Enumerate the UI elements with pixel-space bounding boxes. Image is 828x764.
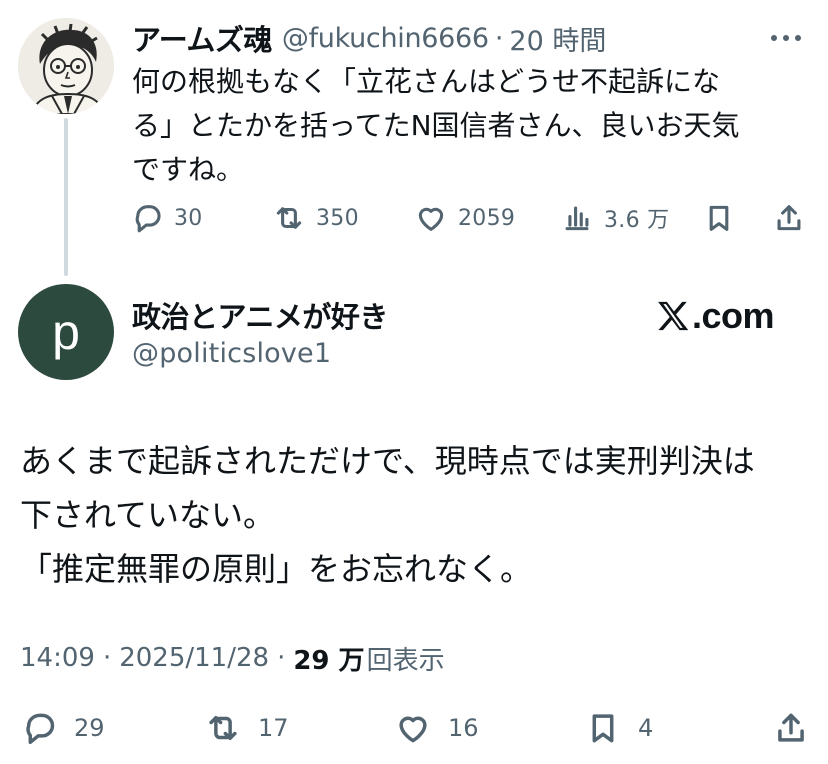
parent-timestamp[interactable]: 20 時間: [509, 19, 606, 58]
parent-tweet-header: アームズ魂 @fukuchin6666 · 20 時間: [132, 18, 606, 58]
parent-display-name[interactable]: アームズ魂: [132, 17, 272, 59]
main-handle[interactable]: @politicslove1: [132, 338, 331, 369]
bookmark-count: 4: [638, 714, 654, 742]
parent-action-bar: 30 350 2059 3.6 万: [0, 196, 828, 240]
watermark-text: .com: [692, 295, 775, 336]
meta-separator: ·: [277, 643, 286, 673]
reply-icon: [135, 205, 161, 233]
tweet-meta: 14:09 · 2025/11/28 · 29 万 回表示: [20, 638, 445, 678]
tweet-date[interactable]: 2025/11/28: [119, 643, 269, 673]
avatar-letter: p: [52, 304, 80, 360]
share-icon: [778, 713, 804, 742]
parent-handle[interactable]: @fukuchin6666: [282, 23, 489, 54]
tweet-time[interactable]: 14:09: [20, 643, 95, 673]
parent-bookmark-button[interactable]: [702, 196, 736, 240]
main-tweet-text: あくまで起訴されただけで、現時点では実刑判決は 下されていない。 「推定無罪の原…: [20, 442, 755, 588]
header-separator: ·: [494, 22, 504, 54]
bookmark-icon: [709, 205, 729, 231]
parent-tweet[interactable]: アームズ魂 @fukuchin6666 · 20 時間 何の根拠もなく「立花さん…: [0, 0, 828, 280]
like-button[interactable]: 16: [394, 706, 479, 750]
share-button[interactable]: [772, 706, 810, 750]
retweet-button[interactable]: 17: [204, 706, 289, 750]
reply-button[interactable]: 29: [20, 706, 105, 750]
parent-retweet-count: 350: [316, 205, 359, 231]
retweet-icon: [276, 207, 302, 229]
x-com-watermark: .com: [656, 294, 775, 338]
main-display-name[interactable]: 政治とアニメが好き: [132, 294, 388, 336]
parent-share-button[interactable]: [772, 196, 806, 240]
parent-avatar[interactable]: [18, 18, 114, 114]
main-action-bar: 29 17 16 4: [0, 706, 828, 750]
views-label: 回表示: [366, 645, 445, 676]
parent-like-button[interactable]: 2059: [414, 196, 515, 240]
like-icon: [399, 716, 427, 743]
like-icon: [418, 207, 444, 231]
meta-separator: ·: [102, 643, 112, 673]
share-icon: [777, 205, 801, 231]
parent-reply-count: 30: [174, 205, 203, 231]
views-icon: [565, 206, 589, 231]
parent-views-count: 3.6 万: [604, 208, 670, 233]
like-count: 16: [448, 714, 479, 742]
parent-views-button[interactable]: 3.6 万: [560, 196, 669, 240]
parent-like-count: 2059: [458, 205, 516, 231]
views-count: 29 万: [293, 645, 365, 676]
main-avatar[interactable]: p: [18, 284, 114, 380]
bookmark-icon: [592, 714, 614, 743]
parent-reply-button[interactable]: 30: [130, 196, 203, 240]
retweet-icon: [209, 715, 237, 741]
more-icon[interactable]: [764, 22, 808, 54]
cartoon-face-icon: [18, 18, 114, 114]
x-logo-icon: [658, 301, 689, 331]
parent-retweet-button[interactable]: 350: [272, 196, 359, 240]
retweet-count: 17: [258, 714, 289, 742]
reply-count: 29: [74, 714, 105, 742]
parent-tweet-text: 何の根拠もなく「立花さんはどうせ不起訴にな る」とたかを括ってたN国信者さん、良…: [132, 65, 740, 186]
reply-icon: [26, 713, 55, 744]
bookmark-button[interactable]: 4: [584, 706, 653, 750]
